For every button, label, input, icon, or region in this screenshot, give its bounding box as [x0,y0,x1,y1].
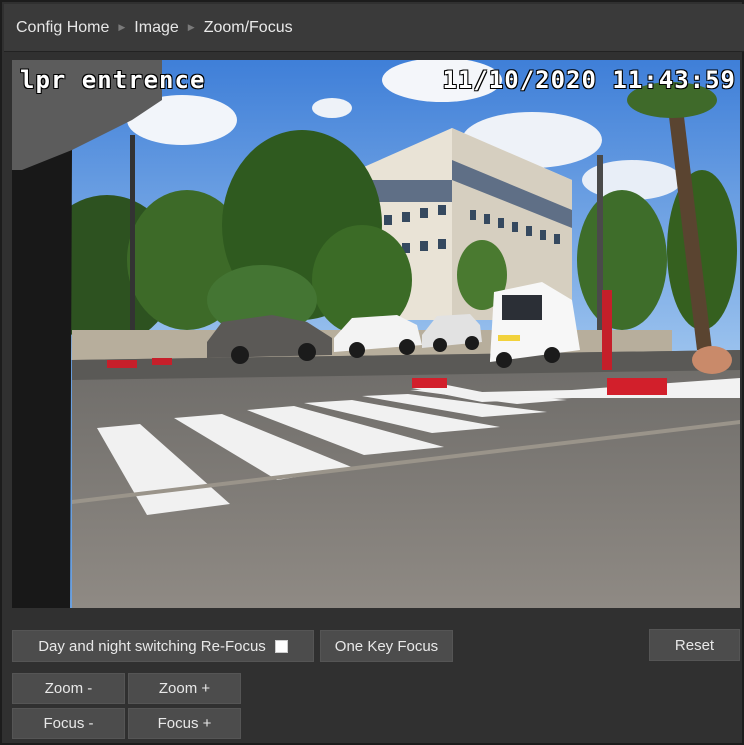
camera-scene [12,60,740,608]
zoom-in-button[interactable]: Zoom + [128,673,241,704]
camera-video-preview[interactable]: lpr entrence 11/10/2020 11:43:59 [12,60,740,608]
osd-camera-title: lpr entrence [20,66,206,94]
osd-timestamp: 11/10/2020 11:43:59 [442,66,736,94]
breadcrumb-image[interactable]: Image [134,19,178,37]
breadcrumb-zoom-focus: Zoom/Focus [203,18,293,36]
triangle-right-icon: ▶ [118,22,126,32]
checkbox-icon[interactable] [274,639,288,653]
reset-button[interactable]: Reset [649,629,740,661]
focus-near-button[interactable]: Focus - [12,708,125,739]
one-key-focus-button[interactable]: One Key Focus [320,630,453,662]
refocus-label: Day and night switching Re-Focus [38,637,266,655]
breadcrumb: Config Home ▶ Image ▶ Zoom/Focus [4,4,744,52]
zoom-focus-panel: Config Home ▶ Image ▶ Zoom/Focus lpr ent… [0,0,744,745]
zoom-out-button[interactable]: Zoom - [12,673,125,704]
day-night-refocus-toggle[interactable]: Day and night switching Re-Focus [12,630,314,662]
triangle-right-icon: ▶ [187,22,195,32]
breadcrumb-config-home[interactable]: Config Home [16,19,109,37]
focus-far-button[interactable]: Focus + [128,708,241,739]
